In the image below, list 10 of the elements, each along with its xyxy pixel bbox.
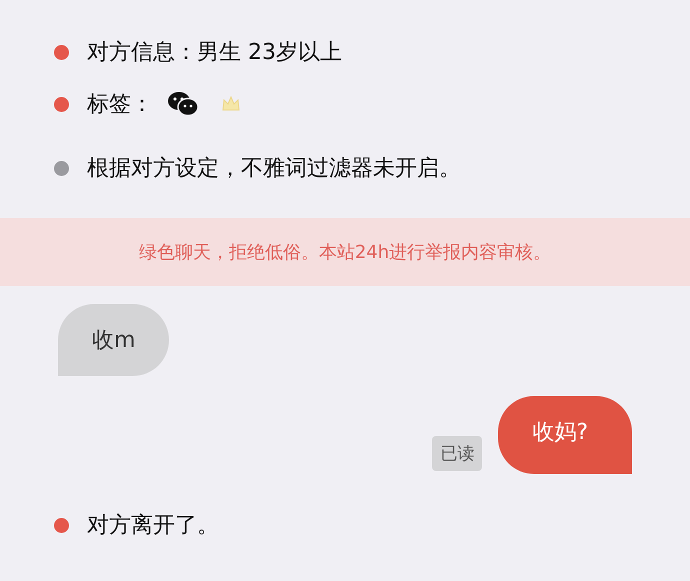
tags-label: 标签： (87, 91, 153, 119)
info-text: 对方信息：男生 23岁以上 (87, 39, 342, 67)
notice-text: 绿色聊天，拒绝低俗。本站24h进行举报内容审核。 (138, 241, 552, 264)
crown-icon (221, 95, 241, 113)
status-text: 对方离开了。 (87, 512, 219, 540)
chat-bubbles-icon (167, 91, 199, 117)
message-bubble: 收妈? (498, 396, 632, 474)
info-text: 根据对方设定，不雅词过滤器未开启。 (87, 155, 461, 183)
message-bubble: 收m (58, 304, 170, 376)
read-receipt: 已读 (432, 436, 482, 471)
